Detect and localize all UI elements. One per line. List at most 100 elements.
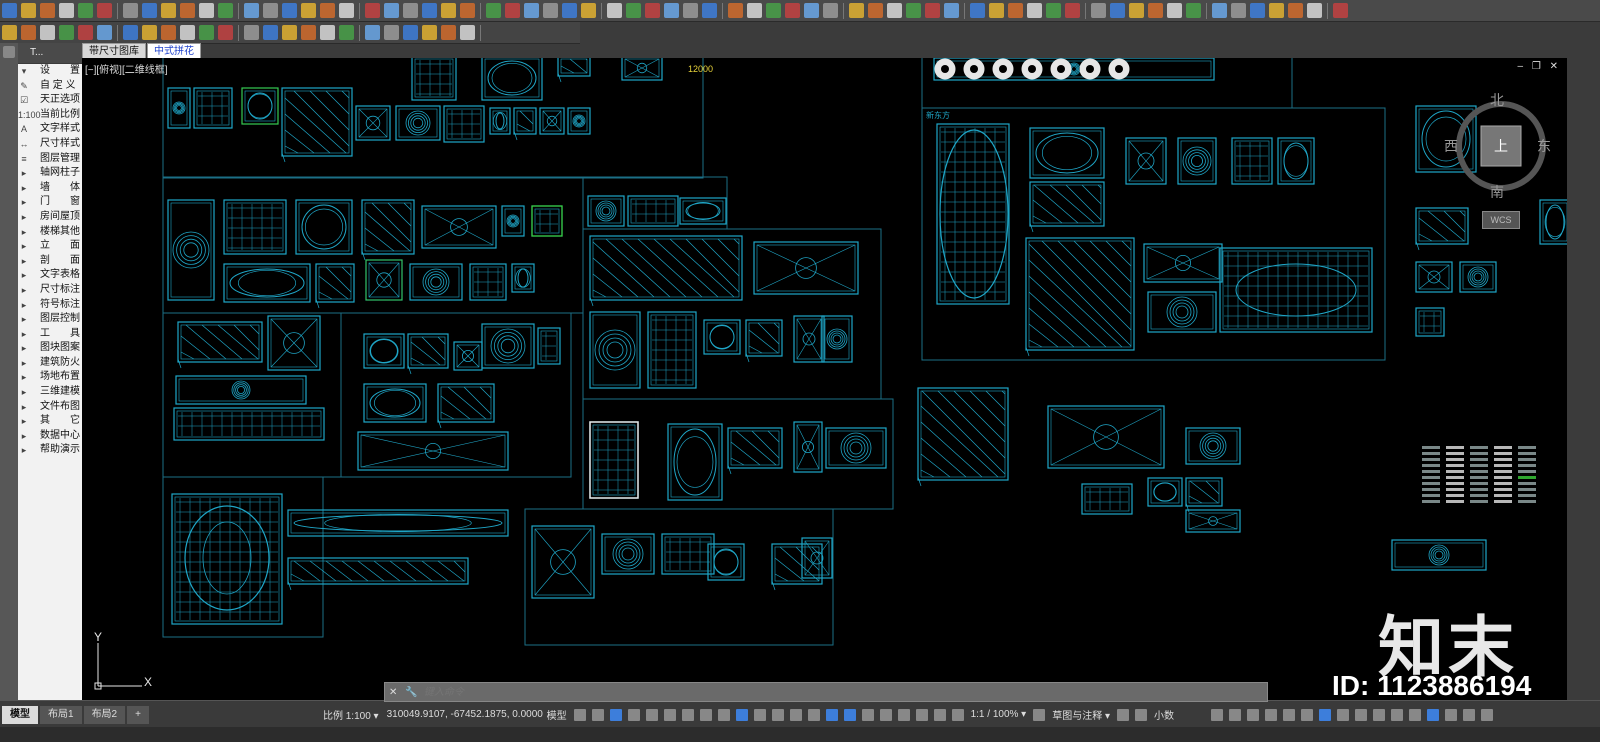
sidebar-item[interactable]: ✎ 自 定 义 [18,79,82,94]
status-tool-icon[interactable] [1337,708,1350,721]
status-tool-icon[interactable] [861,708,874,721]
command-line[interactable]: ✕ 🔧 [384,682,1268,702]
sidebar-item[interactable]: ▸ 房间屋顶 [18,210,82,225]
toolbar-tool-icon[interactable] [664,3,679,18]
sidebar-item[interactable]: ▸ 文件布图 [18,400,82,415]
status-tool-icon[interactable] [1445,708,1458,721]
status-tool-icon[interactable] [1301,708,1314,721]
viewcube-south[interactable]: 南 [1490,182,1504,202]
sidebar-item[interactable]: A 文字样式 [18,122,82,137]
toolbar-tool-icon[interactable] [804,3,819,18]
sidebar-item[interactable]: ▸ 轴网柱子 [18,166,82,181]
annotation-scale[interactable]: 1:1 / 100% ▾ [971,709,1027,720]
status-tool-icon[interactable] [591,708,604,721]
toolbar-tool-icon[interactable] [282,25,297,40]
toolbar-tool-icon[interactable] [403,25,418,40]
viewport-label[interactable]: [−][俯视][二维线框] [85,61,168,76]
status-tool-icon[interactable] [1283,708,1296,721]
toolbar-tool-icon[interactable] [422,25,437,40]
toolbar-tool-icon[interactable] [1027,3,1042,18]
add-layout-button[interactable]: + [127,705,149,724]
toolbar-tool-icon[interactable] [123,3,138,18]
status-tool-icon[interactable] [609,708,622,721]
toolbar-tool-icon[interactable] [607,3,622,18]
toolbar-tool-icon[interactable] [59,3,74,18]
status-tool-icon[interactable] [573,708,586,721]
toolbar-tool-icon[interactable] [244,3,259,18]
status-tool-icon[interactable] [645,708,658,721]
toolbar-tool-icon[interactable] [301,3,316,18]
toolbar-tool-icon[interactable] [486,3,501,18]
status-tool-icon[interactable] [807,708,820,721]
sidebar-item[interactable]: ☑ 天正选项 [18,93,82,108]
toolbar-tool-icon[interactable] [702,3,717,18]
sidebar-item[interactable]: ▸ 楼梯其他 [18,225,82,240]
toolbar-tool-icon[interactable] [543,3,558,18]
status-tool-icon[interactable] [1211,708,1224,721]
command-input[interactable] [421,685,1186,699]
toolbar-tool-icon[interactable] [263,3,278,18]
toolbar-tool-icon[interactable] [365,25,380,40]
toolbar-tool-icon[interactable] [2,3,17,18]
sidebar-item[interactable]: ▸ 工 具 [18,327,82,342]
toolbar-tool-icon[interactable] [1269,3,1284,18]
status-tool-icon[interactable] [1463,708,1476,721]
toolbar-tool-icon[interactable] [766,3,781,18]
status-tool-icon[interactable] [1409,708,1422,721]
tab-layout1[interactable]: 布局1 [40,705,82,724]
toolbar-tool-icon[interactable] [441,25,456,40]
tab-drawing-1[interactable]: 带尺寸图库 [82,43,146,59]
toolbar-tool-icon[interactable] [785,3,800,18]
toolbar-tool-icon[interactable] [244,25,259,40]
viewcube-east[interactable]: 东 [1537,136,1551,156]
sidebar-item[interactable]: ▸ 墙 体 [18,181,82,196]
sidebar-item[interactable]: ▸ 立 面 [18,239,82,254]
sidebar-item[interactable]: ↔ 尺寸样式 [18,137,82,152]
toolbar-tool-icon[interactable] [906,3,921,18]
toolbar-tool-icon[interactable] [1065,3,1080,18]
status-tool-icon[interactable] [951,708,964,721]
status-tool-icon[interactable] [699,708,712,721]
toolbar-tool-icon[interactable] [1186,3,1201,18]
toolbar-tool-icon[interactable] [944,3,959,18]
drawing-canvas[interactable]: [−][俯视][二维线框] ‒ ❐ ✕ 北 西 东 南 上 WCS 知末 ID:… [82,58,1567,700]
toolbar-tool-icon[interactable] [422,3,437,18]
units-display[interactable]: 小数 [1154,707,1204,722]
toolbar-tool-icon[interactable] [180,25,195,40]
toolbar-tool-icon[interactable] [384,25,399,40]
status-tool-icon[interactable] [897,708,910,721]
sidebar-item[interactable]: ▸ 文字表格 [18,268,82,283]
tab-layout2[interactable]: 布局2 [83,705,126,724]
status-tool-icon[interactable] [717,708,730,721]
viewcube-west[interactable]: 西 [1444,136,1458,156]
sidebar-item[interactable]: ▾ 设 置 [18,64,82,79]
tab-model[interactable]: 模型 [2,705,38,724]
toolbar-tool-icon[interactable] [1167,3,1182,18]
status-tool-icon[interactable] [771,708,784,721]
status-tool-icon[interactable] [879,708,892,721]
toolbar-tool-icon[interactable] [59,25,74,40]
viewcube-north[interactable]: 北 [1490,90,1504,110]
toolbar-tool-icon[interactable] [562,3,577,18]
toolbar-tool-icon[interactable] [970,3,985,18]
toolbar-tool-icon[interactable] [581,3,596,18]
status-tool-icon[interactable] [915,708,928,721]
toolbar-tool-icon[interactable] [199,25,214,40]
status-tool-icon[interactable] [933,708,946,721]
toolbar-tool-icon[interactable] [626,3,641,18]
toolbar-tool-icon[interactable] [161,3,176,18]
toolbar-tool-icon[interactable] [505,3,520,18]
toolbar-tool-icon[interactable] [142,25,157,40]
toolbar-tool-icon[interactable] [78,25,93,40]
gear-icon[interactable] [1033,708,1046,721]
toolbar-tool-icon[interactable] [339,3,354,18]
sidebar-item[interactable]: ▸ 三维建模 [18,385,82,400]
sidebar-item[interactable]: ▸ 符号标注 [18,298,82,313]
toolbar-tool-icon[interactable] [1212,3,1227,18]
toolbar-tool-icon[interactable] [849,3,864,18]
status-tool-icon[interactable] [1355,708,1368,721]
status-tool-icon[interactable] [681,708,694,721]
sidebar-item[interactable]: ▸ 数据中心 [18,429,82,444]
toolbar-tool-icon[interactable] [403,3,418,18]
toolbar-tool-icon[interactable] [1046,3,1061,18]
